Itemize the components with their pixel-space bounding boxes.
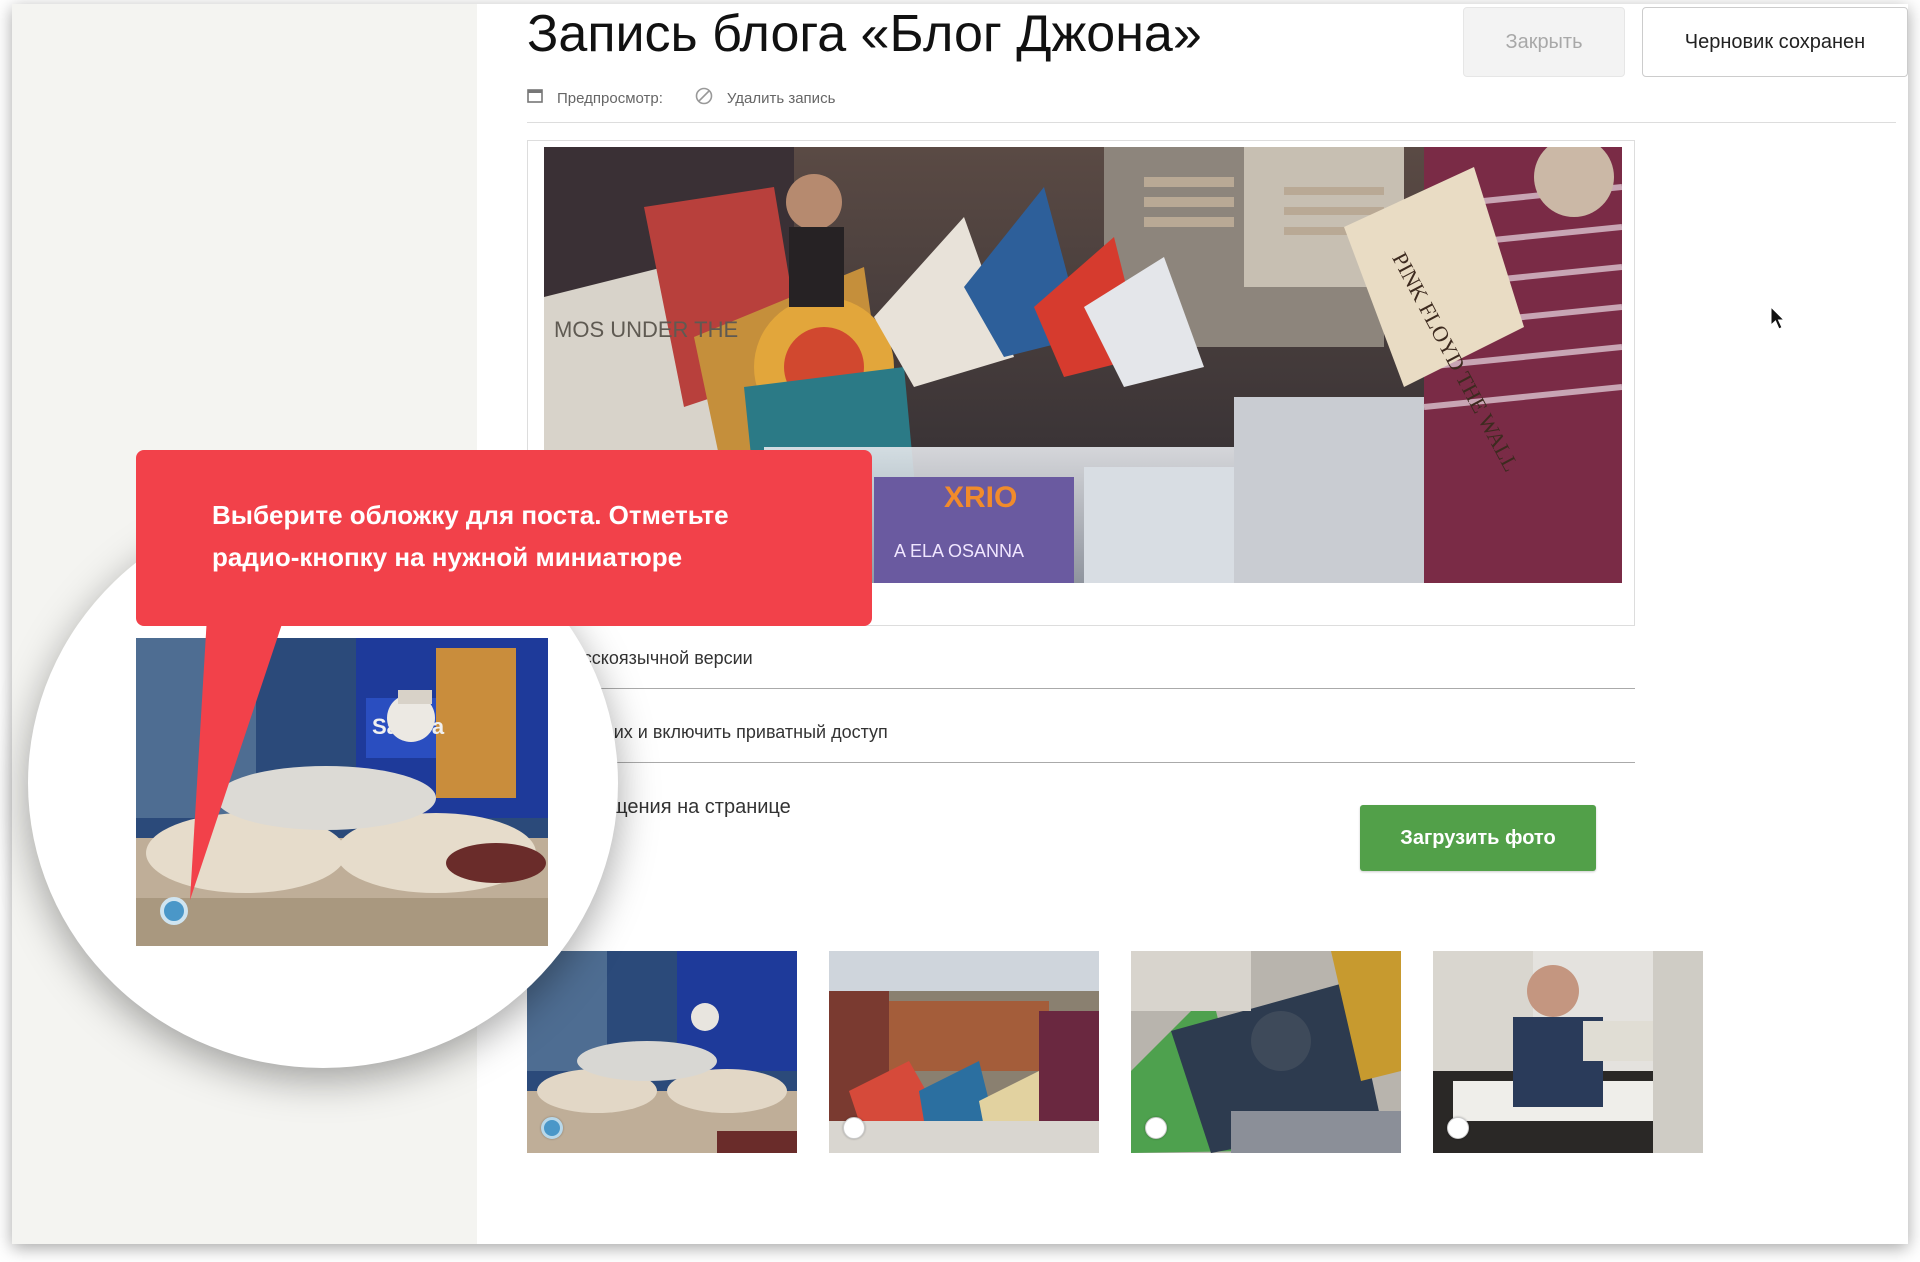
thumbnail-1[interactable] [527,951,797,1153]
upload-photo-button[interactable]: Загрузить фото [1360,805,1596,871]
thumbnail-3[interactable] [1131,951,1401,1153]
hero-album-text-1: MOS UNDER THE [554,317,738,342]
callout-line-2: радио-кнопку на нужной миниатюре [212,542,683,572]
thumbnail-2-radio[interactable] [843,1117,865,1139]
option-private-access[interactable]: посторонних и включить приватный доступ [527,722,1635,743]
zoomed-radio-selected [160,897,188,925]
page-title: Запись блога «Блог Джона» [527,5,1202,63]
thumbnail-4-radio[interactable] [1447,1117,1469,1139]
thumbnail-2[interactable] [829,951,1099,1153]
zoomed-thumbnail: Samba [136,638,548,946]
tooltip-callout: Выберите обложку для поста. Отметьте рад… [136,450,872,626]
preview-label: Предпросмотр: [557,89,663,107]
post-subnav: Предпросмотр: Удалить запись [527,87,867,109]
close-button[interactable]: Закрыть [1463,7,1625,77]
thumbnail-4[interactable] [1433,951,1703,1153]
option-divider-1 [527,688,1635,689]
thumbnail-1-radio[interactable] [541,1117,563,1139]
delete-label: Удалить запись [726,89,836,107]
option-divider-2 [527,762,1635,763]
header-divider [527,122,1896,123]
draft-saved-button[interactable]: Черновик сохранен [1642,7,1908,77]
preview-icon [527,89,543,107]
delete-post-link[interactable]: Удалить запись [695,87,835,109]
hero-album-text-3: XRIO [944,481,1017,514]
thumbnail-3-radio[interactable] [1145,1117,1167,1139]
thumbnail-list [527,951,1703,1153]
delete-icon [695,87,713,109]
preview-link[interactable]: Предпросмотр: [527,89,663,107]
cursor-icon [1770,305,1786,335]
option-russian-version[interactable]: ть в русскоязычной версии [527,648,1635,669]
callout-line-1: Выберите обложку для поста. Отметьте [212,500,729,530]
hero-album-text-4: A ELA OSANNA [894,541,1024,561]
